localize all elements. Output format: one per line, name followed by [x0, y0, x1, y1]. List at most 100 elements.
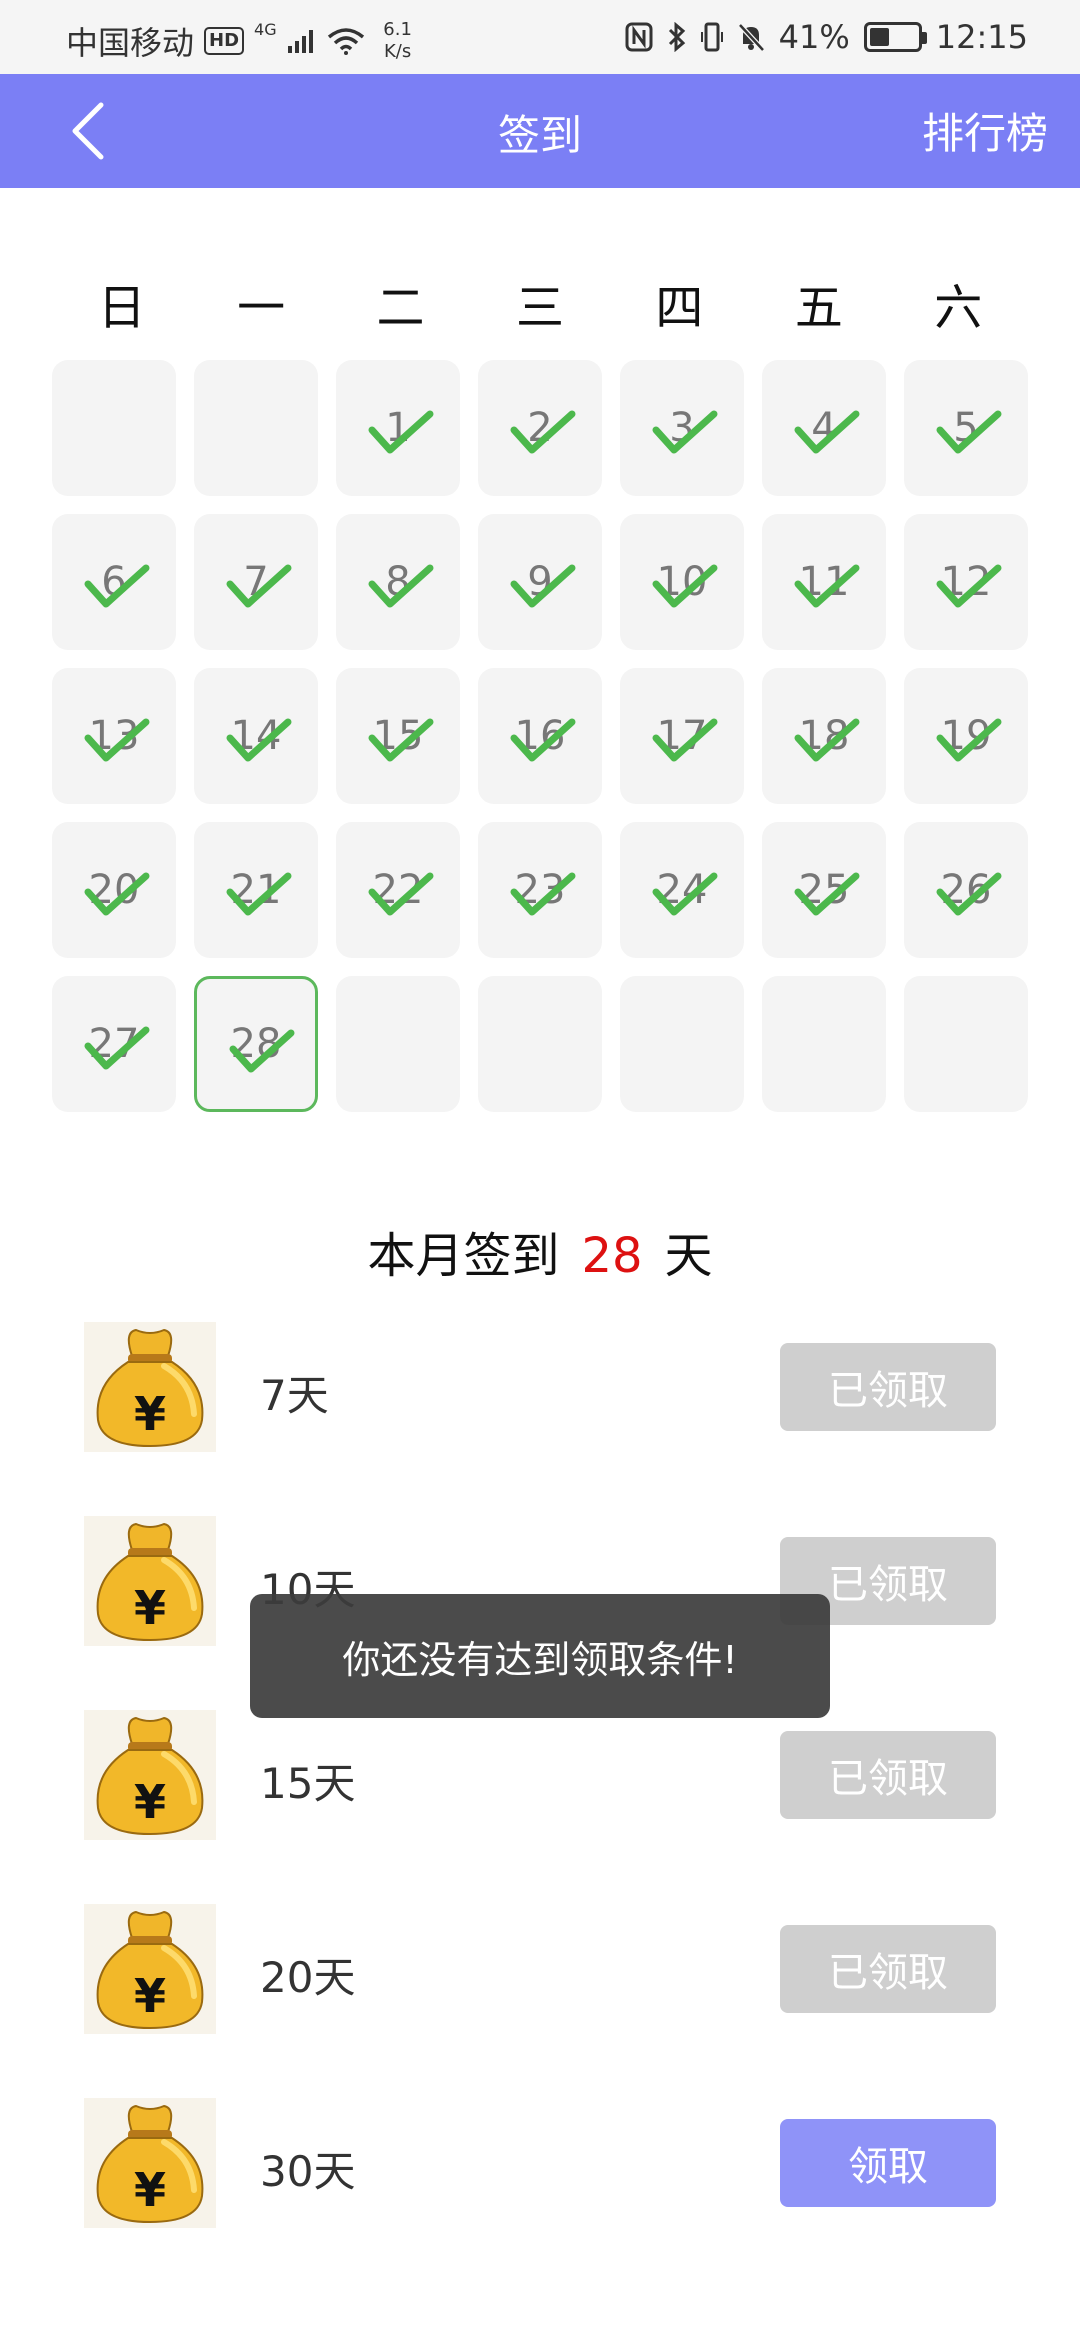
weekday-label: 二 — [376, 280, 425, 336]
checkmark-icon — [794, 718, 860, 762]
calendar-day[interactable]: 25 — [762, 822, 886, 958]
money-bag-icon: ¥ — [96, 1910, 204, 2030]
battery-fill — [869, 28, 889, 46]
reward-days-label: 7天 — [260, 1371, 329, 1420]
checkmark-icon — [652, 872, 718, 916]
calendar-day[interactable]: 12 — [904, 514, 1028, 650]
calendar-day[interactable]: 22 — [336, 822, 460, 958]
calendar-day[interactable]: 13 — [52, 668, 176, 804]
svg-text:¥: ¥ — [134, 1387, 166, 1441]
speed-value: 6.1 — [383, 19, 412, 40]
calendar-empty-cell — [336, 976, 460, 1112]
calendar-day[interactable]: 21 — [194, 822, 318, 958]
checkmark-icon — [229, 1029, 295, 1073]
checkmark-icon — [84, 1026, 150, 1070]
calendar-day[interactable]: 15 — [336, 668, 460, 804]
calendar-day[interactable]: 16 — [478, 668, 602, 804]
money-bag-icon: ¥ — [96, 1716, 204, 1836]
checkmark-icon — [84, 718, 150, 762]
reward-row: ¥7天 已领取 — [84, 1322, 996, 1452]
calendar-day[interactable]: 18 — [762, 668, 886, 804]
calendar-empty-cell — [620, 976, 744, 1112]
calendar-day[interactable]: 26 — [904, 822, 1028, 958]
reward-days-label: 15天 — [260, 1759, 356, 1808]
calendar-day[interactable]: 3 — [620, 360, 744, 496]
weekday-label: 四 — [655, 280, 704, 336]
calendar-empty-cell — [762, 976, 886, 1112]
calendar-day[interactable]: 5 — [904, 360, 1028, 496]
status-bar-right: 41% 12:15 — [625, 18, 1028, 56]
calendar-day[interactable]: 17 — [620, 668, 744, 804]
checkmark-icon — [226, 718, 292, 762]
checkmark-icon — [794, 410, 860, 454]
calendar-day[interactable]: 7 — [194, 514, 318, 650]
checkmark-icon — [510, 564, 576, 608]
checkin-count: 28 — [581, 1228, 643, 1284]
calendar-day[interactable]: 10 — [620, 514, 744, 650]
leaderboard-button[interactable]: 排行榜 — [922, 100, 1048, 161]
nfc-icon — [625, 22, 653, 52]
svg-text:¥: ¥ — [134, 1775, 166, 1829]
reward-row: ¥30天 领取 — [84, 2098, 996, 2228]
checkmark-icon — [936, 410, 1002, 454]
checkmark-icon — [652, 564, 718, 608]
calendar-empty-cell — [478, 976, 602, 1112]
wifi-icon — [327, 28, 364, 55]
calendar-day[interactable]: 11 — [762, 514, 886, 650]
checkmark-icon — [84, 564, 150, 608]
calendar-day[interactable]: 27 — [52, 976, 176, 1112]
claimed-button[interactable]: 已领取 — [780, 1925, 996, 2013]
checkmark-icon — [936, 564, 1002, 608]
summary-prefix: 本月签到 — [367, 1228, 560, 1284]
calendar-day[interactable]: 20 — [52, 822, 176, 958]
calendar-day[interactable]: 14 — [194, 668, 318, 804]
reward-row: ¥15天 已领取 — [84, 1710, 996, 1840]
checkmark-icon — [510, 410, 576, 454]
checkmark-icon — [226, 872, 292, 916]
checkmark-icon — [226, 564, 292, 608]
weekday-label: 三 — [515, 280, 564, 336]
calendar-day-today[interactable]: 28 — [194, 976, 318, 1112]
checkmark-icon — [368, 564, 434, 608]
svg-text:¥: ¥ — [134, 1969, 166, 2023]
claim-button[interactable]: 领取 — [780, 2119, 996, 2207]
money-bag-icon: ¥ — [84, 2098, 216, 2228]
calendar-day[interactable]: 9 — [478, 514, 602, 650]
calendar-day[interactable]: 4 — [762, 360, 886, 496]
reward-days-label: 20天 — [260, 1953, 356, 2002]
claimed-button[interactable]: 已领取 — [780, 1731, 996, 1819]
speed-unit: K/s — [383, 41, 412, 62]
checkmark-icon — [368, 718, 434, 762]
calendar-day[interactable]: 23 — [478, 822, 602, 958]
toast-message: 你还没有达到领取条件! — [250, 1594, 830, 1718]
money-bag-icon: ¥ — [96, 1328, 204, 1448]
money-bag-icon: ¥ — [84, 1904, 216, 2034]
money-bag-icon: ¥ — [96, 2104, 204, 2224]
monthly-checkin-summary: 本月签到 28 天 — [0, 1216, 1080, 1286]
calendar-day[interactable]: 6 — [52, 514, 176, 650]
weekday-label: 五 — [794, 280, 843, 336]
battery-icon — [863, 22, 927, 52]
checkmark-icon — [794, 564, 860, 608]
claimed-button[interactable]: 已领取 — [780, 1343, 996, 1431]
summary-suffix: 天 — [664, 1228, 713, 1284]
calendar-day[interactable]: 8 — [336, 514, 460, 650]
checkmark-icon — [84, 872, 150, 916]
checkin-calendar: 1 2 3 4 5 6 7 8 9 10 11 12 13 14 15 16 17 18 19 20 21 22 23 24 2… — [52, 360, 1028, 1112]
calendar-day[interactable]: 2 — [478, 360, 602, 496]
svg-text:¥: ¥ — [134, 2163, 166, 2217]
money-bag-icon: ¥ — [84, 1516, 216, 1646]
weekday-label: 六 — [934, 280, 983, 336]
checkmark-icon — [652, 410, 718, 454]
status-bar: 中国移动 HD 4G 6.1 K/s 41% 12:15 — [0, 0, 1080, 74]
reward-row: ¥20天 已领取 — [84, 1904, 996, 2034]
bluetooth-icon — [668, 22, 685, 52]
checkmark-icon — [936, 718, 1002, 762]
checkmark-icon — [368, 410, 434, 454]
network-type: 4G — [254, 19, 277, 39]
calendar-day[interactable]: 24 — [620, 822, 744, 958]
calendar-day[interactable]: 1 — [336, 360, 460, 496]
svg-text:¥: ¥ — [134, 1581, 166, 1635]
clock: 12:15 — [935, 18, 1028, 56]
calendar-day[interactable]: 19 — [904, 668, 1028, 804]
